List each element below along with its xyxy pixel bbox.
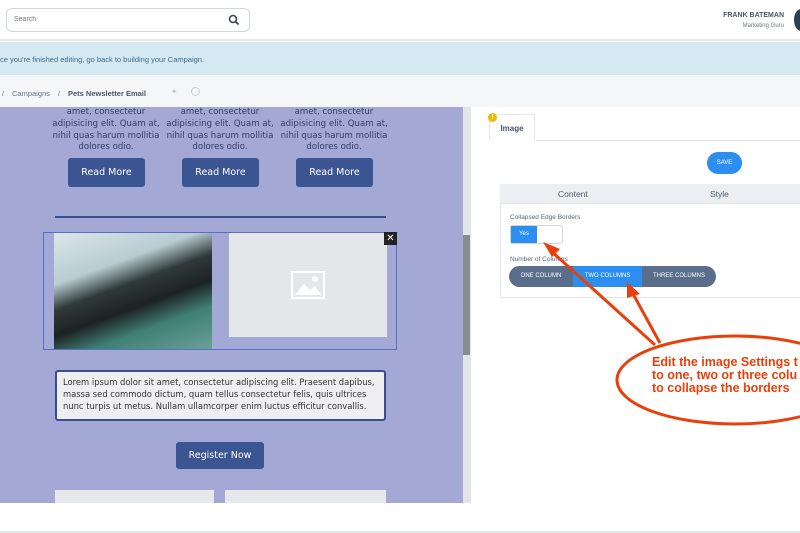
search-input[interactable] [14,16,214,23]
breadcrumb: / Campaigns / Pets Newsletter Email ✦ [0,75,800,107]
footer-bar [0,503,800,533]
column-text: amet, consectetur adipisicing elit. Quam… [52,107,160,153]
tab-divider [535,140,800,141]
email-canvas: amet, consectetur adipisicing elit. Quam… [0,107,463,503]
breadcrumb-separator: / [58,89,61,98]
callout-text: Edit the image Settings t to one, two or… [652,355,798,395]
toggle-yes[interactable]: Yes [511,226,537,243]
option-three-columns[interactable]: THREE COLUMNS [642,266,716,287]
search-box[interactable] [6,8,250,32]
user-role: Marketing Guru [742,23,784,29]
register-now-button[interactable]: Register Now [176,442,264,469]
read-more-button[interactable]: Read More [68,158,145,187]
image-icon [291,271,325,299]
column-text: amet, consectetur adipisicing elit. Quam… [280,107,388,153]
user-name: FRANK BATEMAN [723,12,784,19]
content-block[interactable] [225,490,386,503]
info-bar: ce you're finished editing, go back to b… [0,42,800,75]
top-header: FRANK BATEMAN Marketing Guru [0,0,800,41]
column-text: amet, consectetur adipisicing elit. Quam… [166,107,274,153]
columns-selector[interactable]: ONE COLUMN TWO COLUMNS THREE COLUMNS [509,266,716,287]
settings-panel: Image ! SAVE Content Style Collapsed Edg… [470,107,800,503]
collapsed-borders-label: Collapsed Edge Borders [510,214,581,221]
columns-label: Number of Columns [510,256,568,263]
warning-icon: ! [488,113,497,122]
subtabs: Content Style [500,184,800,204]
image-block-selected[interactable]: ✕ [43,232,397,350]
option-one-column[interactable]: ONE COLUMN [509,266,573,287]
info-text: ce you're finished editing, go back to b… [0,55,205,64]
content-settings: Collapsed Edge Borders Yes Number of Col… [500,204,800,298]
tab-content[interactable]: Content [558,189,588,199]
read-more-button[interactable]: Read More [296,158,373,187]
breadcrumb-separator: / [2,89,5,98]
save-button[interactable]: SAVE [707,152,742,174]
read-more-button[interactable]: Read More [182,158,259,187]
breadcrumb-current: Pets Newsletter Email [68,89,146,98]
collapsed-borders-toggle[interactable]: Yes [510,225,563,244]
scrollbar-thumb[interactable] [463,235,470,355]
close-icon[interactable]: ✕ [384,232,397,245]
divider [55,216,386,218]
dog-photo[interactable] [54,233,212,349]
pin-icon[interactable]: ✦ [171,87,177,96]
breadcrumb-campaigns[interactable]: Campaigns [12,89,50,98]
clock-icon[interactable] [191,87,200,96]
canvas-scrollbar[interactable] [463,107,470,503]
avatar[interactable] [794,9,800,31]
option-two-columns[interactable]: TWO COLUMNS [573,266,642,287]
content-block[interactable] [55,490,214,503]
image-placeholder[interactable] [229,233,387,337]
tab-style[interactable]: Style [710,189,729,199]
text-block[interactable]: Lorem ipsum dolor sit amet, consectetur … [55,370,386,421]
search-icon[interactable] [228,14,240,26]
